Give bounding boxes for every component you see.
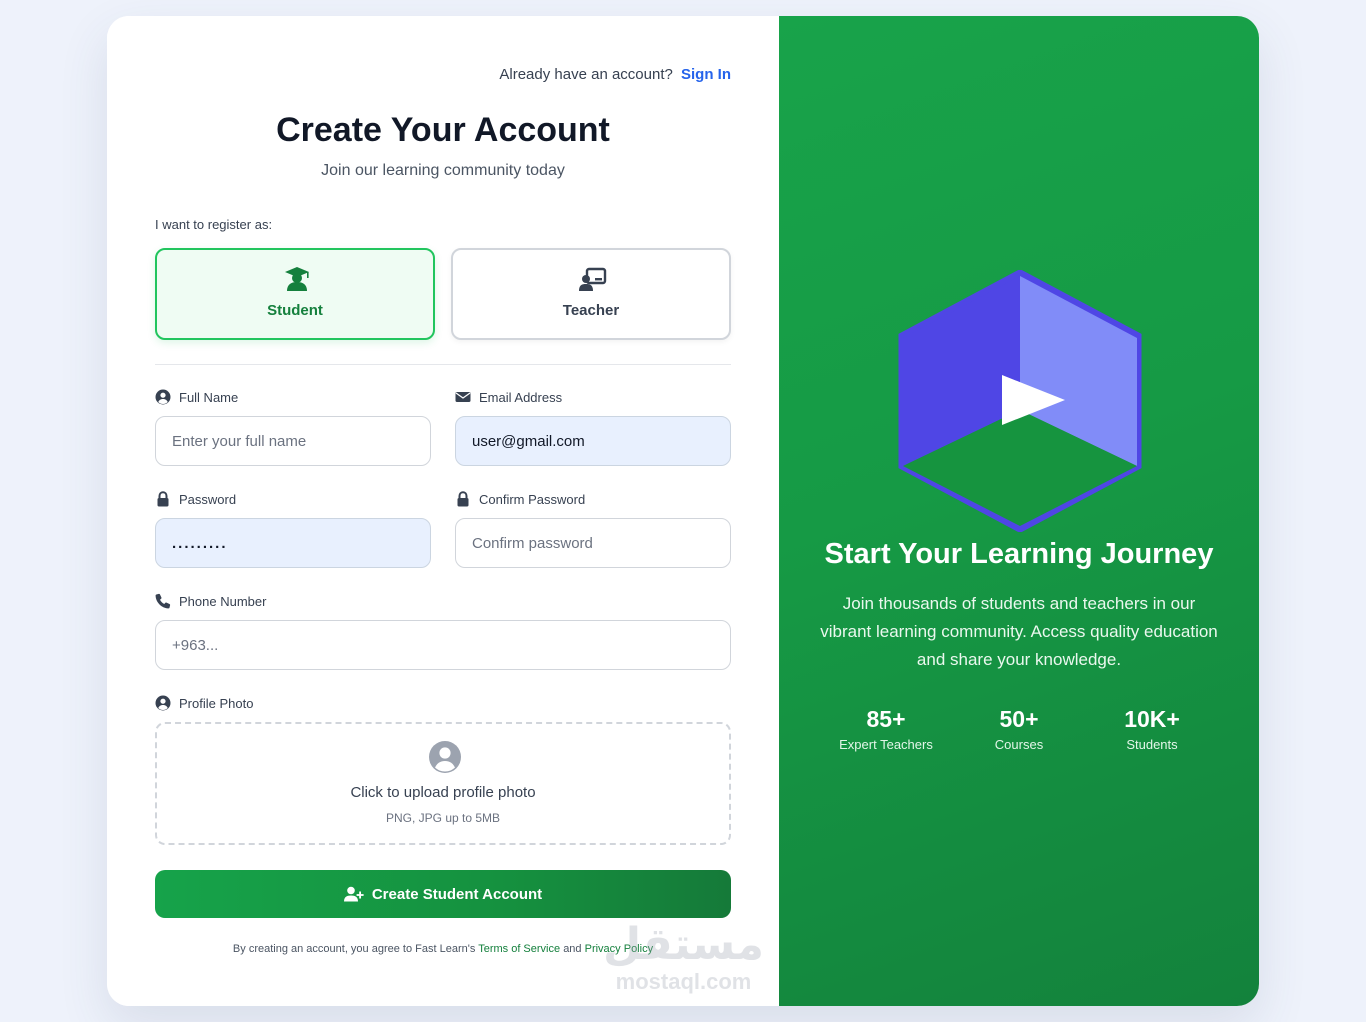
user-plus-icon (343, 886, 364, 902)
lock-icon (157, 491, 169, 507)
email-input[interactable] (455, 416, 731, 466)
role-teacher-button[interactable]: Teacher (451, 248, 731, 340)
role-student-button[interactable]: Student (155, 248, 435, 340)
upload-hint: PNG, JPG up to 5MB (385, 811, 501, 825)
divider (155, 364, 731, 365)
confirm-password-input[interactable] (455, 518, 731, 568)
signin-prompt: Already have an account? Sign In (499, 66, 731, 83)
full-name-input[interactable] (155, 416, 431, 466)
profile-photo-label: Profile Photo (155, 695, 253, 711)
envelope-icon (455, 392, 471, 402)
role-teacher-label: Teacher (562, 302, 620, 319)
upload-text: Click to upload profile photo (350, 784, 536, 801)
phone-label: Phone Number (155, 593, 266, 609)
stat-courses: 50+ Courses (994, 706, 1044, 752)
signup-card: Already have an account? Sign In Create … (107, 16, 1259, 1006)
teacher-board-icon (579, 267, 607, 291)
profile-photo-upload[interactable]: Click to upload profile photo PNG, JPG u… (155, 722, 731, 845)
email-label: Email Address (455, 389, 562, 405)
page-title: Create Your Account (276, 111, 610, 149)
phone-icon (155, 593, 171, 609)
terms-text: By creating an account, you agree to Fas… (232, 943, 654, 955)
page-subtitle: Join our learning community today (321, 162, 565, 179)
create-account-button[interactable]: Create Student Account (155, 870, 731, 918)
signin-prompt-text: Already have an account? (499, 66, 673, 83)
signup-form-panel: Already have an account? Sign In Create … (107, 16, 779, 1006)
hero-title: Start Your Learning Journey (824, 538, 1214, 570)
user-circle-icon (429, 741, 461, 773)
graduate-icon (285, 267, 309, 291)
learning-cube-logo-icon (898, 270, 1142, 532)
stat-teachers: 85+ Expert Teachers (839, 706, 933, 752)
user-circle-icon (155, 695, 171, 711)
confirm-password-label: Confirm Password (455, 491, 585, 507)
phone-input[interactable] (155, 620, 731, 670)
privacy-policy-link[interactable]: Privacy Policy (585, 943, 653, 955)
lock-icon (457, 491, 469, 507)
hero-description: Join thousands of students and teachers … (820, 594, 1218, 669)
user-circle-icon (155, 389, 171, 405)
full-name-label: Full Name (155, 389, 238, 405)
register-as-label: I want to register as: (155, 217, 273, 232)
terms-of-service-link[interactable]: Terms of Service (478, 943, 560, 955)
role-student-label: Student (267, 302, 323, 319)
hero-panel: Start Your Learning Journey Join thousan… (779, 16, 1259, 1006)
stat-students: 10K+ Students (1124, 706, 1180, 752)
password-label: Password (155, 491, 236, 507)
password-input[interactable] (155, 518, 431, 568)
signin-link[interactable]: Sign In (681, 66, 731, 83)
